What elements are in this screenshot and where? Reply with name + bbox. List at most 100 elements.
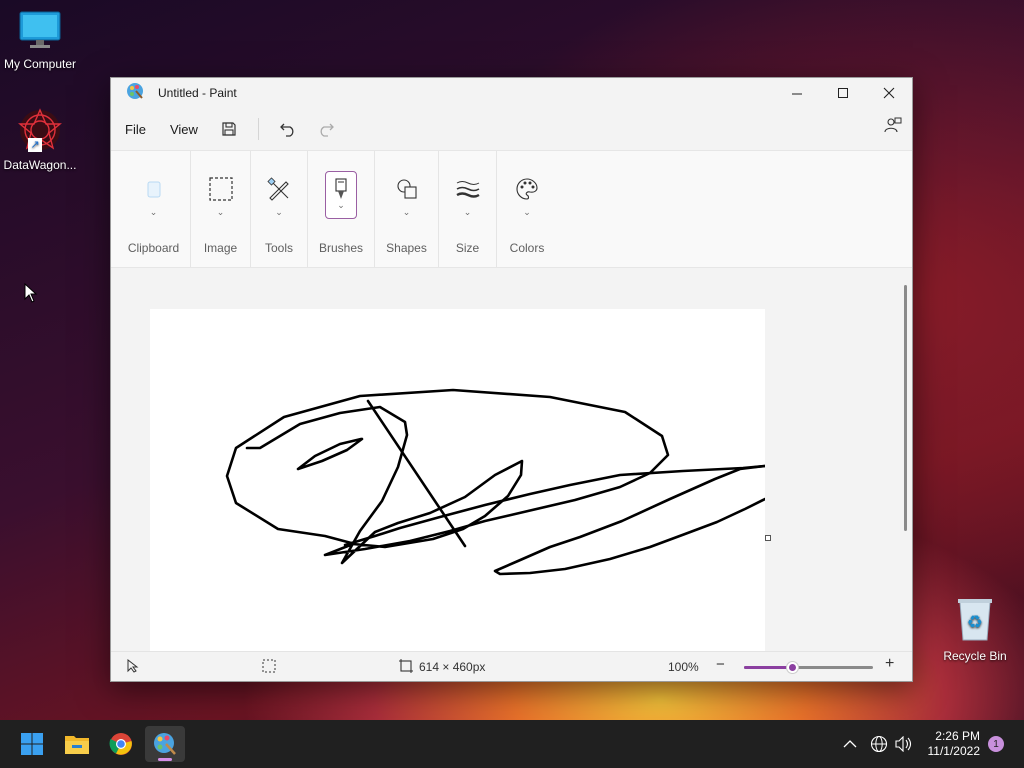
chevron-down-icon: ⌄ [149, 207, 158, 217]
svg-text:♻: ♻ [967, 612, 983, 633]
start-button[interactable] [12, 726, 52, 762]
menu-file[interactable]: File [125, 118, 146, 141]
freehand-stroke [225, 388, 670, 565]
menu-bar: File View [111, 108, 912, 150]
minimize-icon [791, 93, 802, 94]
save-button[interactable] [216, 116, 242, 142]
chevron-down-icon: ⌄ [275, 207, 283, 217]
clock-date: 11/1/2022 [927, 744, 981, 758]
tools-pencil-icon [267, 175, 291, 203]
desktop-icon-label: DataWagon... [3, 158, 77, 172]
canvas-resize-handle[interactable] [765, 535, 771, 541]
volume-button[interactable] [894, 720, 912, 768]
ribbon-toolbar: ⌄ Clipboard ⌄ Image ⌄ Tools ⌄ Brushes ⌄ … [111, 150, 912, 268]
globe-icon [870, 735, 888, 753]
maximize-icon [837, 87, 848, 98]
ribbon-group-image[interactable]: ⌄ Image [191, 151, 251, 267]
desktop-icon-datawagon[interactable]: ↗ DataWagon... [0, 106, 80, 172]
redo-button[interactable] [313, 116, 339, 142]
chevron-down-icon: ⌄ [402, 207, 411, 217]
chevron-down-icon: ⌄ [337, 200, 345, 210]
ribbon-group-label: Shapes [386, 241, 427, 255]
chevron-up-icon [843, 740, 857, 748]
recycle-bin-icon: ♻ [935, 596, 1015, 645]
chrome-icon [109, 733, 132, 755]
notification-badge[interactable]: 1 [988, 736, 1004, 752]
mouse-cursor-icon [24, 282, 38, 308]
menu-view[interactable]: View [170, 118, 198, 141]
paint-window: Untitled - Paint File View ⌄ Clipboard ⌄… [110, 77, 913, 682]
ribbon-group-shapes[interactable]: ⌄ Shapes [375, 151, 439, 267]
stroke-size-icon [455, 175, 480, 203]
ribbon-group-tools[interactable]: ⌄ Tools [251, 151, 308, 267]
desktop-icon-label: My Computer [3, 57, 77, 71]
drawing-canvas[interactable] [150, 309, 765, 651]
zoom-out-button[interactable]: − [716, 656, 725, 673]
clipboard-icon [147, 175, 161, 203]
windows-logo-icon [21, 733, 43, 755]
desktop-icon-recycle-bin[interactable]: ♻ Recycle Bin [935, 596, 1015, 663]
ribbon-group-label: Size [455, 241, 480, 255]
shortcut-arrow-icon: ↗ [28, 138, 42, 152]
redo-icon [320, 123, 334, 137]
taskbar-file-explorer[interactable] [57, 726, 97, 762]
taskbar-paint[interactable] [145, 726, 185, 762]
close-button[interactable] [866, 78, 912, 108]
zoom-slider-fill [744, 666, 794, 669]
save-icon [222, 122, 236, 136]
close-icon [883, 87, 895, 99]
shapes-icon [396, 175, 418, 203]
zoom-level[interactable]: 100% [668, 660, 699, 674]
folder-icon [65, 736, 89, 754]
menu-separator [257, 118, 259, 140]
chevron-down-icon: ⌄ [523, 207, 531, 217]
chevron-down-icon: ⌄ [216, 207, 225, 217]
maximize-button[interactable] [820, 78, 866, 108]
ribbon-group-label: Brushes [318, 241, 364, 255]
active-app-indicator [158, 758, 172, 761]
zoom-slider-thumb[interactable] [787, 662, 799, 673]
status-bar: 614 × 460px 100% − + [111, 651, 912, 681]
vertical-scrollbar[interactable] [904, 285, 907, 531]
desktop-icon-label: Recycle Bin [943, 649, 1007, 663]
title-bar[interactable]: Untitled - Paint [111, 78, 912, 108]
brush-icon [335, 178, 347, 199]
monitor-icon [0, 10, 80, 53]
ribbon-group-clipboard[interactable]: ⌄ Clipboard [117, 151, 191, 267]
brush-selector[interactable]: ⌄ [325, 171, 357, 219]
select-rectangle-icon [208, 175, 233, 203]
zoom-in-button[interactable]: + [885, 655, 894, 673]
freehand-drawing [225, 388, 765, 576]
taskbar-clock[interactable]: 2:26 PM 11/1/2022 [920, 729, 981, 759]
speaker-icon [895, 736, 912, 752]
language-button[interactable] [870, 720, 888, 768]
paint-app-icon [126, 82, 144, 105]
ribbon-group-size[interactable]: ⌄ Size [439, 151, 497, 267]
zoom-slider[interactable] [744, 662, 873, 673]
desktop-icon-my-computer[interactable]: My Computer [0, 10, 80, 71]
palette-icon [515, 175, 539, 203]
undo-icon [279, 123, 294, 137]
ribbon-group-colors[interactable]: ⌄ Colors [497, 151, 557, 267]
selection-size-icon [262, 659, 276, 676]
undo-button[interactable] [275, 116, 301, 142]
account-button[interactable] [884, 116, 902, 139]
chevron-down-icon: ⌄ [463, 207, 472, 217]
paint-app-icon [154, 733, 176, 755]
ribbon-group-label: Tools [264, 241, 293, 255]
datawagon-logo-icon: ↗ [16, 106, 64, 154]
account-icon [884, 117, 902, 133]
canvas-workspace [111, 269, 912, 651]
minimize-button[interactable] [774, 78, 820, 108]
ribbon-group-label: Image [203, 241, 238, 255]
ribbon-group-label: Clipboard [127, 241, 180, 255]
show-hidden-icons-button[interactable] [843, 720, 857, 768]
canvas-dimensions: 614 × 460px [419, 660, 486, 674]
cursor-position-icon [127, 658, 139, 676]
window-title: Untitled - Paint [158, 86, 237, 100]
ribbon-group-brushes[interactable]: ⌄ Brushes [308, 151, 375, 267]
taskbar: 2:26 PM 11/1/2022 [0, 720, 1024, 768]
freehand-stroke [296, 437, 364, 471]
taskbar-chrome[interactable] [101, 726, 141, 762]
clock-time: 2:26 PM [935, 729, 980, 743]
